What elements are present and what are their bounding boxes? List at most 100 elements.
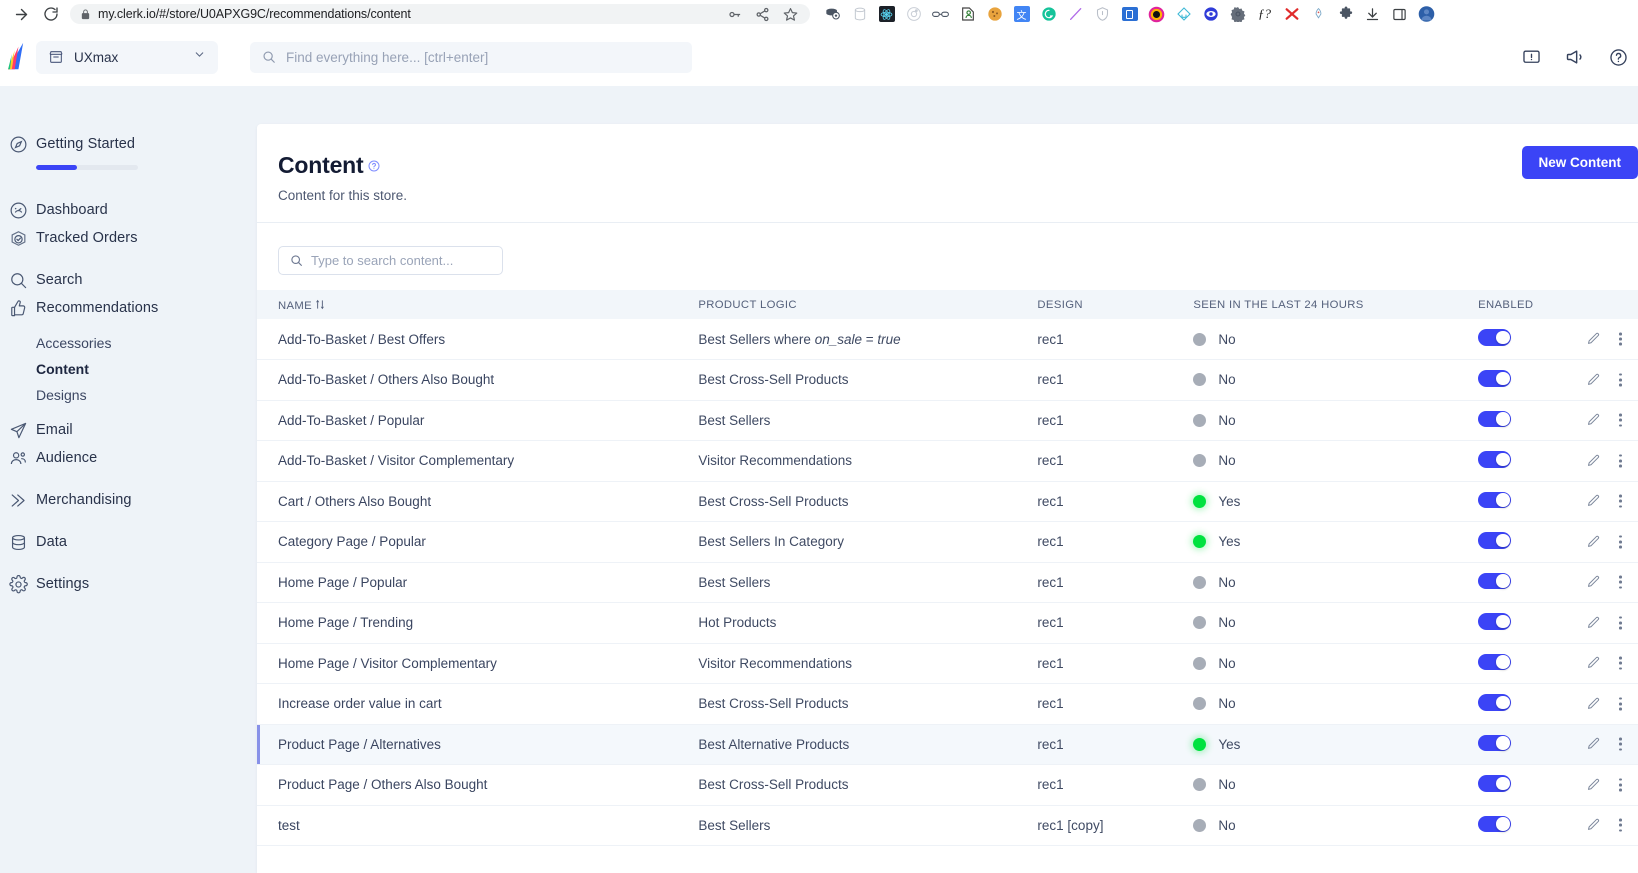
kebab-menu-icon[interactable] [1619,737,1622,751]
table-row[interactable]: Add-To-Basket / Others Also Bought Best C… [257,360,1638,400]
kebab-menu-icon[interactable] [1619,332,1622,346]
kebab-menu-icon[interactable] [1619,454,1622,468]
orbit-icon[interactable] [905,6,922,23]
pencil-edit-icon[interactable] [1586,575,1601,590]
react-devtools-icon[interactable] [878,6,895,23]
table-row[interactable]: Add-To-Basket / Best Offers Best Sellers … [257,319,1638,360]
sidebar-item-email[interactable]: Email [0,416,257,444]
table-row[interactable]: Add-To-Basket / Popular Best Sellers rec1 N… [257,400,1638,441]
camera-record-icon[interactable] [1148,6,1165,23]
pencil-edit-icon[interactable] [1586,534,1601,549]
content-search-input[interactable]: Type to search content... [278,246,503,275]
bookmark-star-icon[interactable] [783,7,798,22]
share-icon[interactable] [755,7,770,22]
link-icon[interactable] [932,6,949,23]
sidebar-item-dashboard[interactable]: Dashboard [0,196,257,224]
pencil-edit-icon[interactable] [1586,494,1601,509]
enabled-toggle[interactable] [1478,370,1512,387]
kebab-menu-icon[interactable] [1619,413,1622,427]
table-row[interactable]: Product Page / Alternatives Best Alternat… [257,724,1638,765]
rocket-icon[interactable] [1310,6,1327,23]
column-header-name[interactable]: NAME [257,290,677,319]
home-diamond-icon[interactable] [1175,6,1192,23]
pencil-edit-icon[interactable] [1586,615,1601,630]
pencil-edit-icon[interactable] [1586,818,1601,833]
forward-arrow-icon[interactable] [8,1,34,27]
table-row[interactable]: Category Page / Popular Best Sellers In C… [257,522,1638,562]
sidebar-item-accessories[interactable]: Accessories [0,330,257,356]
pencil-edit-icon[interactable] [1586,453,1601,468]
kebab-menu-icon[interactable] [1619,818,1622,832]
pencil-edit-icon[interactable] [1586,696,1601,711]
reload-icon[interactable] [38,1,64,27]
enabled-toggle[interactable] [1478,451,1512,468]
enabled-toggle[interactable] [1478,734,1512,751]
coins-stack-icon[interactable] [824,6,841,23]
database-icon[interactable] [851,6,868,23]
pencil-edit-icon[interactable] [1586,777,1601,792]
enabled-toggle[interactable] [1478,532,1512,549]
enabled-toggle[interactable] [1478,694,1512,711]
kebab-menu-icon[interactable] [1619,373,1622,387]
clerk-logo-icon[interactable] [0,41,34,73]
person-tag-icon[interactable] [959,6,976,23]
enabled-toggle[interactable] [1478,491,1512,508]
help-circle-icon[interactable] [368,160,380,172]
pencil-edit-icon[interactable] [1586,656,1601,671]
global-search-input[interactable]: Find everything here... [ctrl+enter] [250,41,692,73]
column-header-product-logic[interactable]: PRODUCT LOGIC [677,290,1016,319]
address-bar[interactable]: my.clerk.io/#/store/U0APXG9C/recommendat… [70,4,810,24]
store-selector[interactable]: UXmax [36,40,218,74]
window-panel-icon[interactable] [1121,6,1138,23]
table-row[interactable]: Home Page / Popular Best Sellers rec1 No [257,562,1638,603]
cookie-icon[interactable] [986,6,1003,23]
sidebar-item-getting-started[interactable]: Getting Started [0,130,257,170]
profile-avatar-icon[interactable] [1418,6,1435,23]
table-row[interactable]: Home Page / Visitor Complementary Visitor… [257,643,1638,684]
sidebar-icon[interactable] [1391,6,1408,23]
translate-icon[interactable]: 文 [1013,6,1030,23]
enabled-toggle[interactable] [1478,815,1512,832]
announcement-megaphone-icon[interactable] [1565,47,1585,67]
table-row[interactable]: Product Page / Others Also Bought Best Cr… [257,765,1638,805]
enabled-toggle[interactable] [1478,329,1512,346]
enabled-toggle[interactable] [1478,613,1512,630]
kebab-menu-icon[interactable] [1619,656,1622,670]
table-row[interactable]: Increase order value in cart Best Cross-S… [257,684,1638,724]
kebab-menu-icon[interactable] [1619,494,1622,508]
enabled-toggle[interactable] [1478,572,1512,589]
kebab-menu-icon[interactable] [1619,616,1622,630]
enabled-toggle[interactable] [1478,410,1512,427]
table-row[interactable]: test Best Sellers rec1 [copy] No [257,805,1638,846]
kebab-menu-icon[interactable] [1619,697,1622,711]
enabled-toggle[interactable] [1478,775,1512,792]
shield-icon[interactable] [1094,6,1111,23]
sidebar-item-search[interactable]: Search [0,266,257,294]
column-header-seen[interactable]: SEEN IN THE LAST 24 HOURS [1172,290,1457,319]
sidebar-item-recommendations[interactable]: Recommendations [0,294,257,322]
download-icon[interactable] [1364,6,1381,23]
column-header-design[interactable]: DESIGN [1016,290,1172,319]
help-circle-icon[interactable] [1609,48,1628,67]
pencil-edit-icon[interactable] [1586,737,1601,752]
pencil-edit-icon[interactable] [1586,332,1601,347]
eye-icon[interactable] [1202,6,1219,23]
highlighter-pen-icon[interactable] [1067,6,1084,23]
kebab-menu-icon[interactable] [1619,535,1622,549]
table-row[interactable]: Home Page / Trending Hot Products rec1 No [257,603,1638,643]
puzzle-piece-icon[interactable] [1337,6,1354,23]
sidebar-item-designs[interactable]: Designs [0,382,257,408]
new-content-button[interactable]: New Content [1521,146,1638,179]
feedback-icon[interactable] [1522,48,1541,67]
column-header-enabled[interactable]: ENABLED [1457,290,1638,319]
function-question-icon[interactable]: ƒ? [1256,6,1273,23]
sidebar-item-content[interactable]: Content [0,356,257,382]
password-key-icon[interactable] [727,7,742,22]
table-row[interactable]: Add-To-Basket / Visitor Complementary Vis… [257,441,1638,481]
gear-icon[interactable] [1229,6,1246,23]
sidebar-item-settings[interactable]: Settings [0,570,257,598]
pencil-edit-icon[interactable] [1586,372,1601,387]
pencil-edit-icon[interactable] [1586,413,1601,428]
grammarly-icon[interactable] [1040,6,1057,23]
kebab-menu-icon[interactable] [1619,778,1622,792]
